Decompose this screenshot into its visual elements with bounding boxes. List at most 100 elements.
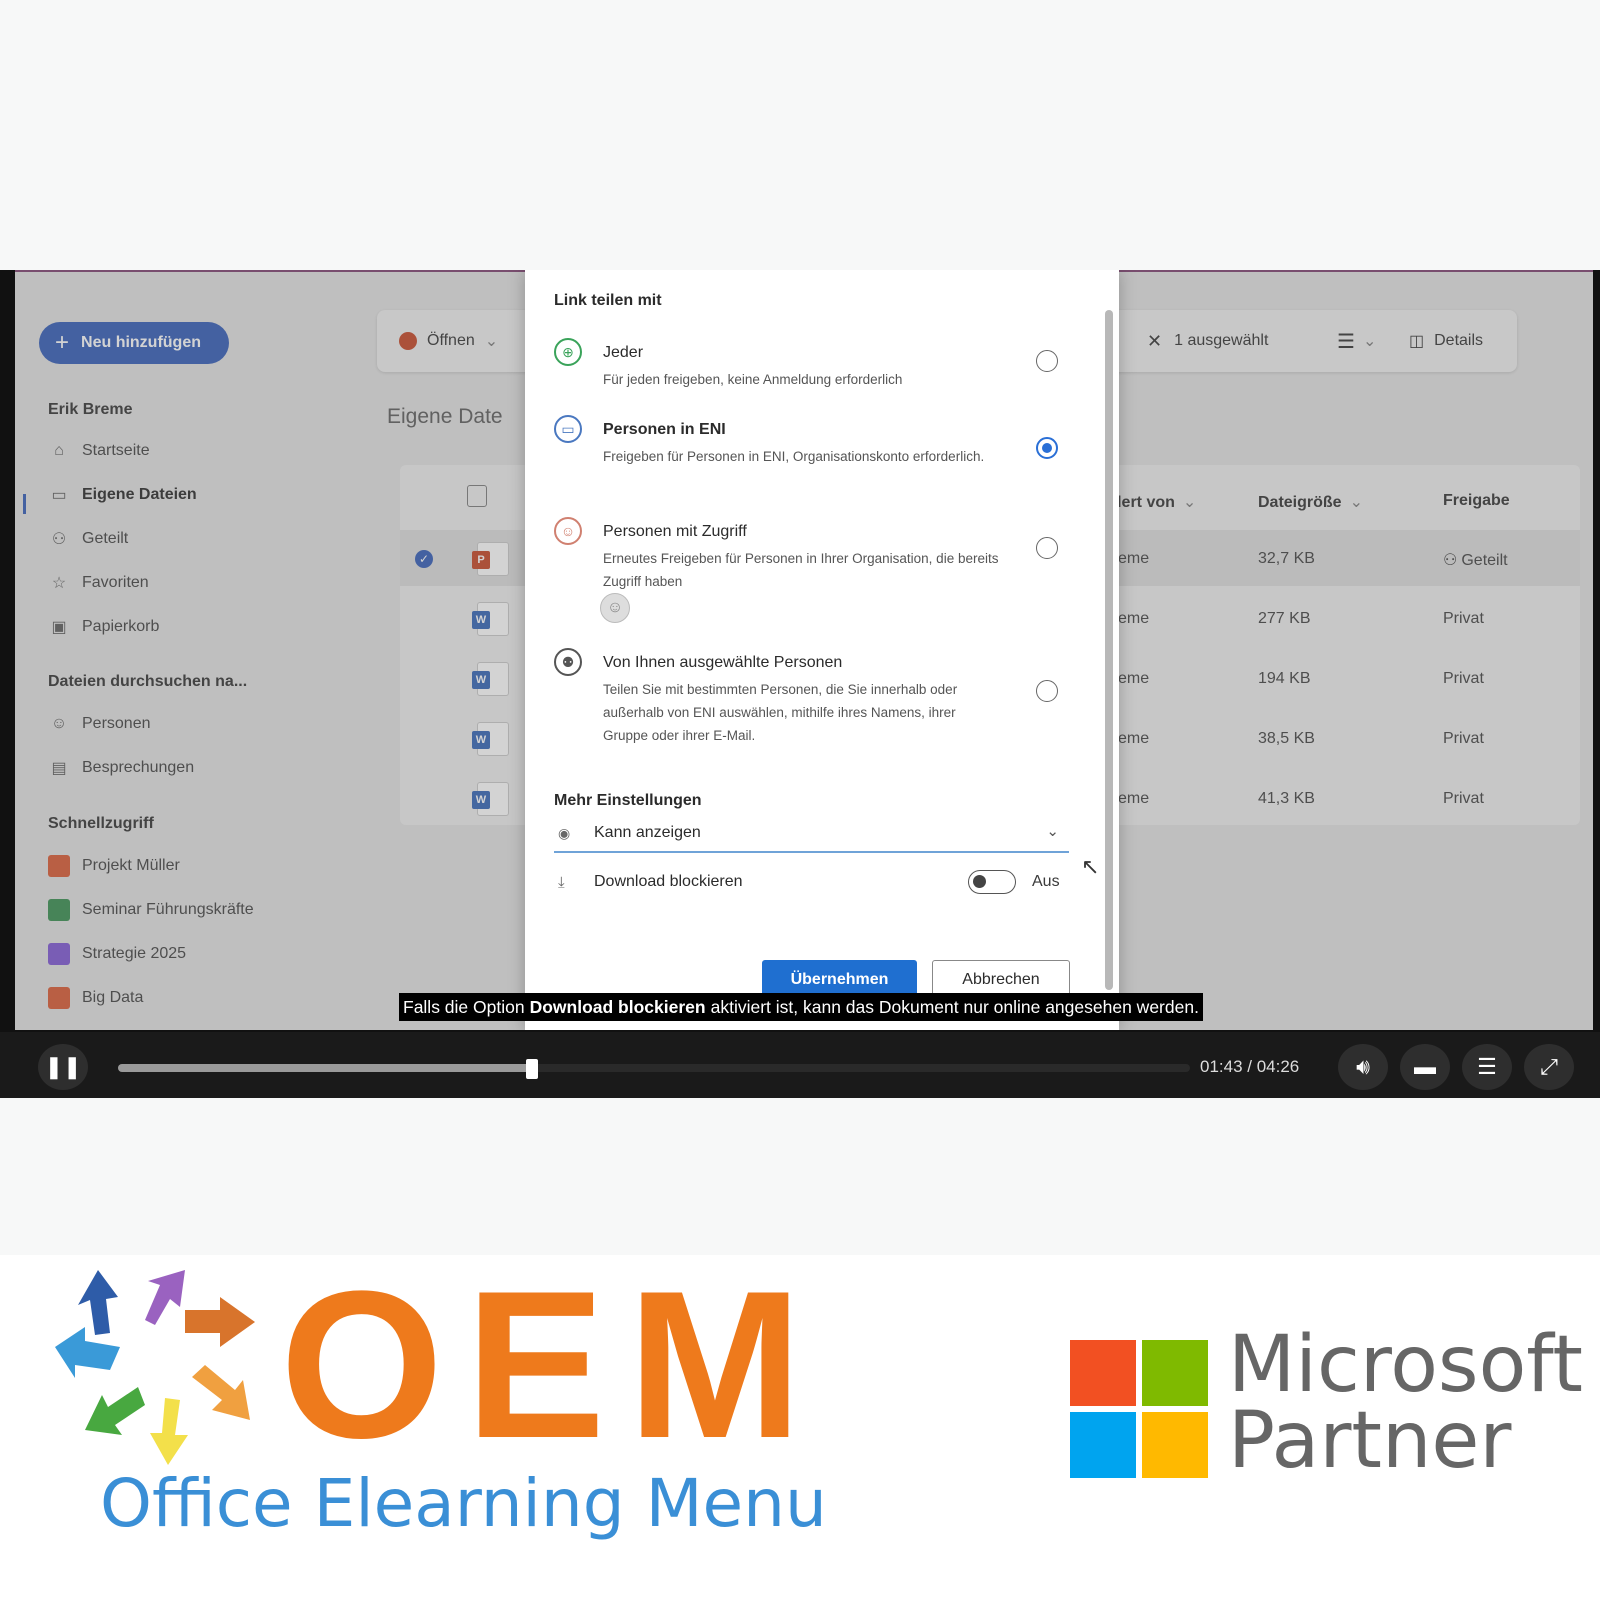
video-player[interactable]: + Neu hinzufügen Erik Breme ⌂ Startseite … (0, 270, 1600, 1098)
site-icon (48, 987, 70, 1009)
speaker-icon: 🔊︎ (1356, 1054, 1370, 1079)
cell-size: 194 KB (1258, 670, 1311, 687)
playback-time: 01:43 / 04:26 (1200, 1057, 1300, 1076)
home-icon: ⌂ (54, 442, 64, 459)
checkmark-icon[interactable]: ✓ (415, 550, 433, 568)
quick-item-strategie[interactable]: Strategie 2025 (48, 939, 186, 969)
progress-handle[interactable] (525, 1059, 538, 1079)
details-pane-icon: ◫ (1409, 333, 1425, 350)
volume-button[interactable]: 🔊︎ (1338, 1044, 1388, 1090)
person-lock-icon: ⚉ (554, 648, 582, 676)
file-type-header-icon (467, 485, 487, 507)
people-icon: ⚇ (1443, 552, 1458, 569)
clear-selection-button[interactable]: ✕ 1 ausgewählt (1147, 310, 1268, 372)
column-file-size[interactable]: Dateigröße ⌄ (1258, 492, 1363, 512)
microsoft-logo-icon (1070, 1340, 1210, 1480)
add-new-button[interactable]: + Neu hinzufügen (39, 322, 229, 364)
site-icon (48, 899, 70, 921)
sidebar-item-my-files[interactable]: ▭ Eigene Dateien (48, 480, 196, 510)
mouse-cursor-icon: ↖ (1081, 854, 1100, 879)
cell-size: 277 KB (1258, 610, 1311, 627)
progress-track[interactable] (118, 1059, 1190, 1079)
calendar-icon: ▤ (51, 760, 67, 777)
plus-icon: + (55, 329, 70, 356)
cell-sharing[interactable]: Privat (1443, 670, 1484, 688)
sidebar-item-people[interactable]: ☺ Personen (48, 709, 151, 739)
chevron-down-icon: ⌄ (1349, 494, 1363, 511)
onedrive-app: + Neu hinzufügen Erik Breme ⌂ Startseite … (15, 270, 1593, 1030)
word-file-icon: W (472, 722, 509, 756)
star-icon: ☆ (51, 575, 67, 592)
cell-size: 32,7 KB (1258, 550, 1315, 567)
sidebar: + Neu hinzufügen Erik Breme ⌂ Startseite … (15, 270, 345, 1030)
cell-sharing[interactable]: Privat (1443, 790, 1484, 808)
more-settings-heading: Mehr Einstellungen (554, 792, 702, 809)
sidebar-item-shared[interactable]: ⚇ Geteilt (48, 524, 128, 554)
list-icon: ☰ (1337, 330, 1355, 353)
word-file-icon: W (472, 662, 509, 696)
globe-icon: ⊕ (554, 338, 582, 366)
close-icon: ✕ (1147, 330, 1163, 351)
word-file-icon: W (472, 602, 509, 636)
sidebar-item-meetings[interactable]: ▤ Besprechungen (48, 753, 194, 783)
page-title: Eigene Date (387, 405, 503, 428)
pause-icon: ❚❚ (44, 1054, 82, 1079)
permission-dropdown[interactable]: ◉ Kann anzeigen ⌄ (554, 815, 1069, 853)
cell-sharing[interactable]: Privat (1443, 610, 1484, 628)
share-link-dialog: Link teilen mit ⊕ Jeder Für jeden freige… (525, 270, 1119, 1030)
browse-heading: Dateien durchsuchen na... (48, 673, 248, 690)
oem-subtitle: Office Elearning Menu (100, 1465, 827, 1542)
cell-sharing[interactable]: ⚇ Geteilt (1443, 550, 1508, 570)
radio-people-with-access[interactable] (1036, 537, 1058, 559)
folder-icon: ▭ (51, 487, 67, 504)
quick-item-seminar[interactable]: Seminar Führungskräfte (48, 895, 254, 925)
sidebar-item-home[interactable]: ⌂ Startseite (48, 436, 149, 466)
cell-size: 41,3 KB (1258, 790, 1315, 807)
person-circle-icon: ☺ (554, 517, 582, 545)
chevron-down-icon: ⌄ (484, 333, 499, 350)
dialog-scrollbar[interactable] (1105, 310, 1113, 990)
pause-button[interactable]: ❚❚ (38, 1044, 88, 1090)
avatar: ☺ (600, 593, 630, 623)
chapters-button[interactable]: ☰ (1462, 1044, 1512, 1090)
word-file-icon: W (472, 782, 509, 816)
cell-sharing[interactable]: Privat (1443, 730, 1484, 748)
view-options-button[interactable]: ☰ ⌄ (1337, 310, 1376, 372)
quick-access-heading: Schnellzugriff (48, 815, 154, 832)
oem-arrows-logo-icon (55, 1270, 255, 1465)
sidebar-item-recycle-bin[interactable]: ▣ Papierkorb (48, 612, 159, 642)
eye-icon: ◉ (558, 824, 571, 841)
radio-people-in-org[interactable] (1036, 437, 1058, 459)
sidebar-item-favorites[interactable]: ☆ Favoriten (48, 568, 149, 598)
person-icon: ☺ (50, 715, 68, 732)
chevron-down-icon: ⌄ (1046, 823, 1059, 840)
quick-item-big-data[interactable]: Big Data (48, 983, 143, 1013)
no-download-icon: ⤓ (558, 873, 565, 891)
download-block-row: ⤓ Download blockieren Aus (554, 865, 1069, 899)
radio-everyone[interactable] (1036, 350, 1058, 372)
player-controls: ❚❚ 01:43 / 04:26 🔊︎ ▬ ☰ ⤢ (0, 1032, 1600, 1098)
building-icon: ▭ (554, 415, 582, 443)
chevron-down-icon: ⌄ (1182, 494, 1197, 511)
fullscreen-button[interactable]: ⤢ (1524, 1044, 1574, 1090)
dialog-title: Link teilen mit (554, 292, 662, 309)
site-icon (48, 855, 70, 877)
details-button[interactable]: ◫ Details (1409, 310, 1483, 372)
chevron-down-icon: ⌄ (1362, 333, 1377, 350)
powerpoint-file-icon: P (472, 542, 509, 576)
captions-button[interactable]: ▬ (1400, 1044, 1450, 1090)
microsoft-partner-text: Microsoft Partner (1228, 1320, 1583, 1486)
trash-icon: ▣ (51, 619, 67, 636)
progress-fill (118, 1064, 532, 1072)
column-sharing[interactable]: Freigabe (1443, 492, 1510, 510)
site-icon (48, 943, 70, 965)
powerpoint-icon (399, 332, 417, 350)
radio-specific-people[interactable] (1036, 680, 1058, 702)
open-button[interactable]: Öffnen ⌄ (399, 310, 498, 372)
branding-footer: OEM Office Elearning Menu Microsoft Part… (0, 1255, 1600, 1600)
chapters-icon: ☰ (1477, 1054, 1497, 1079)
quick-item-projekt[interactable]: Projekt Müller (48, 851, 180, 881)
cell-size: 38,5 KB (1258, 730, 1315, 747)
download-block-toggle[interactable] (968, 870, 1016, 894)
captions-icon: ▬ (1414, 1054, 1436, 1079)
